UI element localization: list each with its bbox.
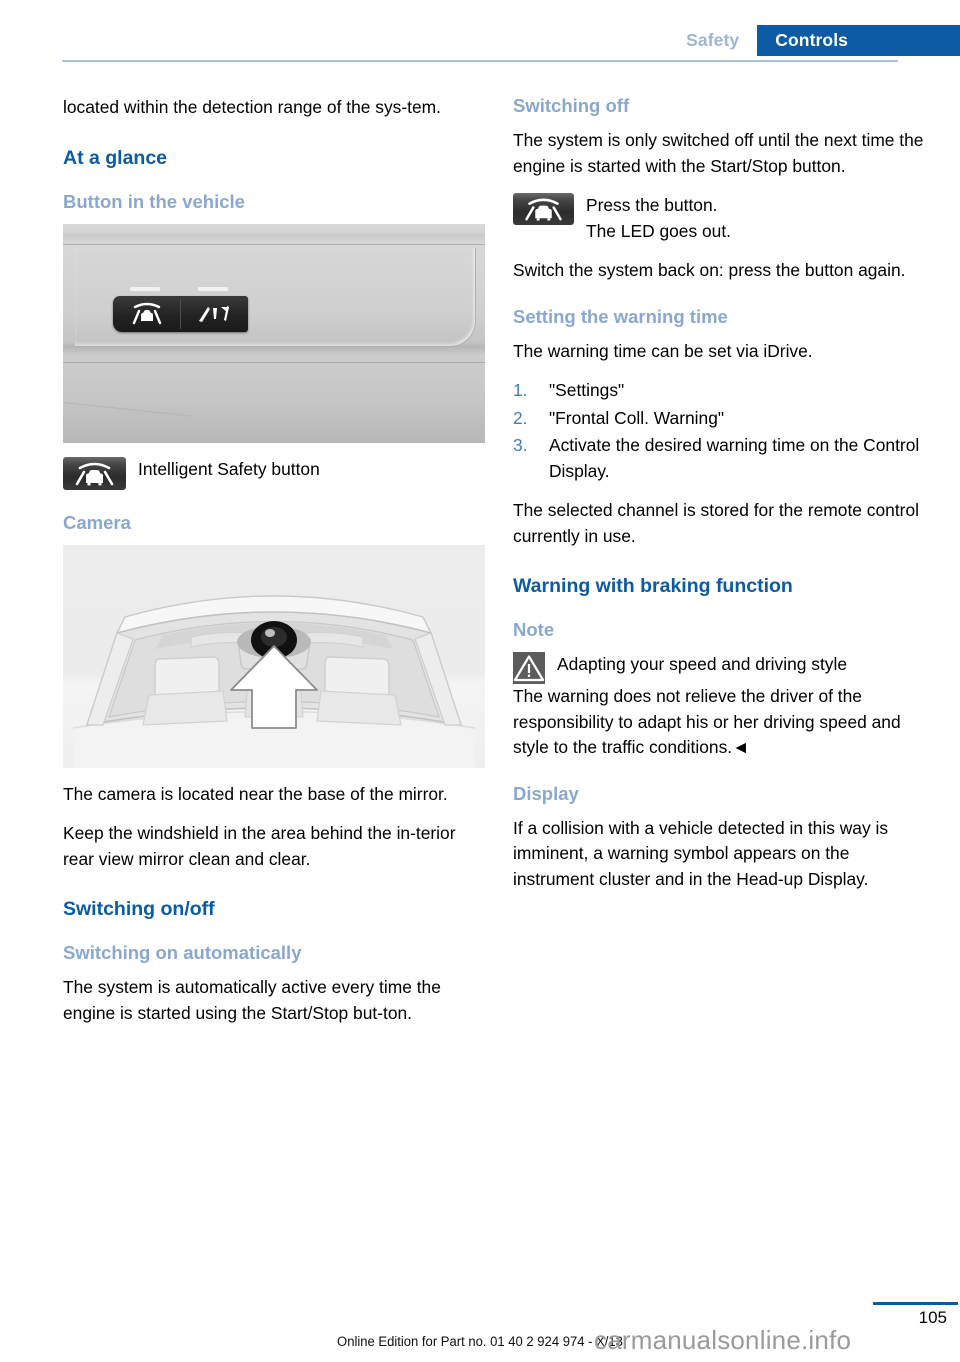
dashboard-buttons-figure: [63, 223, 485, 443]
press-button-line-1: Press the button.: [586, 195, 718, 215]
note-row: Adapting your speed and driving style: [513, 652, 935, 684]
page-header: Safety Controls: [0, 0, 960, 62]
header-divider: [62, 60, 898, 62]
edition-notice: Online Edition for Part no. 01 40 2 924 …: [337, 1334, 623, 1350]
heading-at-a-glance: At a glance: [63, 146, 168, 169]
intro-paragraph: located within the detection range of th…: [63, 97, 441, 117]
heading-switching-on-off: Switching on/off: [63, 898, 215, 920]
intelligent-safety-icon: [132, 302, 161, 324]
warning-triangle-icon-box: [513, 652, 545, 684]
heading-note: Note: [513, 619, 555, 640]
lane-departure-icon: [198, 305, 229, 322]
intelligent-safety-caption: Intelligent Safety button: [138, 458, 320, 479]
note-end-mark: ◄: [732, 737, 750, 757]
intelligent-safety-icon-box: [513, 193, 574, 225]
led-indicator-left: [130, 286, 160, 291]
heading-warning-with-braking-function: Warning with braking function: [513, 575, 793, 597]
tab-controls[interactable]: Controls: [757, 25, 960, 56]
windshield-illustration: [63, 544, 485, 768]
warning-time-intro: The warning time can be set via iDrive.: [513, 340, 813, 361]
switching-off-paragraph: The system is only switched off until th…: [513, 130, 924, 176]
right-column: Switching off The system is only switche…: [513, 95, 935, 906]
intelligent-safety-button[interactable]: [113, 296, 180, 332]
step-item: Activate the desired warning time on the…: [513, 433, 920, 481]
header-tabs: Safety Controls: [686, 25, 960, 56]
button-pod[interactable]: [113, 295, 248, 332]
heading-switching-on-automatically: Switching on automatically: [63, 942, 302, 963]
heading-display: Display: [513, 782, 579, 804]
windshield-camera-illustration: [72, 594, 476, 768]
camera-location-figure: [63, 544, 485, 768]
switching-on-paragraph: The system is automatically active every…: [63, 977, 441, 1023]
warning-triangle-icon: [513, 655, 545, 682]
warning-time-steps: "Settings" "Frontal Coll. Warning" Activ…: [513, 378, 935, 484]
intelligent-safety-caption-row: Intelligent Safety button: [63, 456, 485, 490]
switch-back-on-paragraph: Switch the system back on: press the but…: [513, 260, 906, 280]
camera-paragraph-2: Keep the windshield in the area behind t…: [63, 823, 456, 869]
heading-button-in-the-vehicle: Button in the vehicle: [63, 190, 245, 212]
note-title: Adapting your speed and driving style: [557, 654, 848, 674]
page-number-rule: [873, 1302, 958, 1305]
display-paragraph: If a collision with a vehicle detected i…: [513, 817, 889, 889]
left-column: located within the detection range of th…: [63, 95, 485, 1040]
lane-departure-warning-button[interactable]: [181, 296, 248, 332]
heading-switching-off: Switching off: [513, 95, 630, 116]
selected-channel-paragraph: The selected channel is stored for the r…: [513, 500, 919, 546]
dashboard-panel-photo: [63, 223, 485, 443]
page-number: 105: [918, 1308, 947, 1327]
note-body-text: The warning does not relieve the driver …: [513, 686, 901, 757]
heading-camera: Camera: [63, 511, 131, 533]
press-button-line-2: The LED goes out.: [586, 220, 732, 241]
camera-paragraph-1: The camera is located near the base of t…: [63, 783, 448, 804]
led-indicator-right: [198, 286, 228, 291]
site-watermark: carmanualsonline.info: [594, 1325, 852, 1355]
intelligent-safety-icon: [525, 198, 562, 221]
step-item: "Frontal Coll. Warning": [513, 406, 725, 431]
intelligent-safety-icon: [75, 462, 114, 485]
press-button-instruction-row: Press the button. The LED goes out.: [513, 193, 935, 244]
heading-setting-warning-time: Setting the warning time: [513, 305, 728, 327]
step-item: "Settings": [513, 378, 625, 403]
intelligent-safety-icon-box: [63, 456, 126, 490]
tab-safety[interactable]: Safety: [686, 25, 758, 56]
note-body: The warning does not relieve the driver …: [513, 684, 935, 761]
